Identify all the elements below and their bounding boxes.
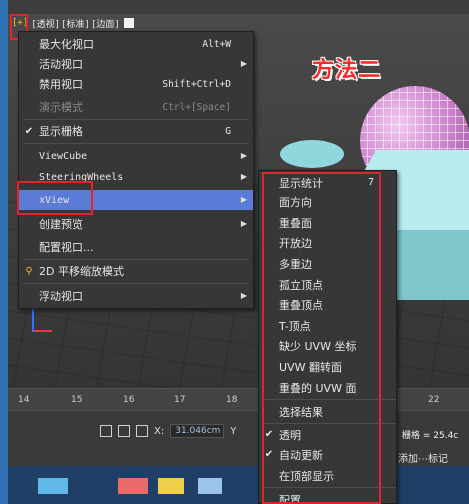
menu-item-viewcube[interactable]: ViewCube ▶: [19, 146, 253, 166]
app-window: [+] [透视] [标准] [边面] 方法二 14 15 16 17 18 22…: [0, 0, 469, 504]
submenu-arrow-icon: ▶: [240, 151, 247, 160]
menu-item-label: 创建预览: [39, 218, 83, 231]
menu-item-label: 2D 平移缩放模式: [39, 265, 124, 278]
axis-x-icon: [34, 330, 52, 332]
viewport-context-menu: 最大化视口 Alt+W 活动视口 ▶ 禁用视口 Shift+Ctrl+D 演示模…: [18, 31, 254, 309]
submenu-arrow-icon: ▶: [240, 219, 247, 228]
menu-item-2d-pan-zoom[interactable]: ⚲ 2D 平移缩放模式: [19, 261, 253, 281]
menu-separator: [23, 283, 249, 284]
ruler-tick: 22: [428, 395, 440, 405]
menu-item-label: ViewCube: [39, 150, 88, 162]
absolute-mode-icon[interactable]: [136, 425, 148, 437]
menu-separator: [23, 119, 249, 120]
viewport-label-menu: [+] [透视] [标准] [边面]: [10, 14, 134, 32]
ruler-tick: 15: [71, 395, 83, 405]
time-ruler[interactable]: 14 15 16 17 18 22: [8, 388, 469, 411]
y-label: Y: [230, 425, 237, 437]
submenu-arrow-icon: ▶: [240, 195, 247, 204]
submenu-arrow-icon: ▶: [240, 291, 247, 300]
menu-item-active-viewport[interactable]: 活动视口 ▶: [19, 54, 253, 74]
menu-item-maximize-viewport[interactable]: 最大化视口 Alt+W: [19, 34, 253, 54]
menu-item-shortcut: G: [225, 125, 231, 137]
menu-separator: [23, 259, 249, 260]
checkmark-icon: ✔: [24, 125, 34, 137]
x-label: X:: [154, 425, 165, 437]
menu-item-create-preview[interactable]: 创建预览 ▶: [19, 214, 253, 234]
menu-item-label: 活动视口: [39, 58, 83, 71]
annotation-title: 方法二: [312, 58, 382, 83]
window-edge: [0, 0, 8, 504]
taskbar-app-icon[interactable]: [198, 478, 222, 494]
menu-separator: [23, 143, 249, 144]
submenu-arrow-icon: ▶: [240, 59, 247, 68]
taskbar-app-icon[interactable]: [38, 478, 68, 494]
menu-item-label: 演示模式: [39, 101, 83, 114]
taskbar-app-icon[interactable]: [118, 478, 148, 494]
padlock-icon[interactable]: [118, 425, 130, 437]
coordinate-display: X: 31.046cm Y: [100, 424, 236, 438]
menu-item-disable-viewport[interactable]: 禁用视口 Shift+Ctrl+D: [19, 74, 253, 94]
grid-size-readout: 栅格 = 25.4c: [402, 431, 459, 441]
menu-item-shortcut: Ctrl+[Space]: [162, 101, 231, 113]
ruler-tick: 17: [174, 395, 186, 405]
axis-z-icon: [32, 306, 34, 332]
menu-item-presentation-mode: 演示模式 Ctrl+[Space]: [19, 97, 253, 117]
ruler-tick: 14: [18, 395, 30, 405]
viewport-edges-label[interactable]: [边面]: [91, 17, 120, 30]
ruler-tick: 18: [226, 395, 238, 405]
annotation-box-xview: [17, 181, 93, 215]
menu-item-floating-viewports[interactable]: 浮动视口 ▶: [19, 286, 253, 306]
menu-item-label: 最大化视口: [39, 38, 94, 51]
menu-item-label: 浮动视口: [39, 290, 83, 303]
viewport-shading-label[interactable]: [标准]: [61, 17, 90, 30]
menu-item-label: 显示栅格: [39, 125, 83, 138]
magnifier-icon: ⚲: [25, 265, 33, 277]
submenu-arrow-icon: ▶: [240, 172, 247, 181]
ruler-tick: 16: [123, 395, 135, 405]
menu-item-shortcut: Shift+Ctrl+D: [162, 78, 231, 90]
add-time-tag[interactable]: 添加⋯标记: [398, 450, 448, 465]
viewport-view-label[interactable]: [透视]: [31, 17, 60, 30]
taskbar: [8, 466, 469, 504]
menu-item-label: 配置视口...: [39, 241, 94, 254]
menu-item-shortcut: Alt+W: [202, 38, 231, 50]
viewport-square-icon: [123, 18, 134, 28]
x-coordinate-field[interactable]: 31.046cm: [170, 424, 225, 438]
selection-lock-icon[interactable]: [100, 425, 112, 437]
cylinder-object[interactable]: [280, 140, 344, 168]
menu-item-configure-viewports[interactable]: 配置视口...: [19, 237, 253, 257]
annotation-box-submenu: [262, 172, 381, 504]
menu-item-show-grid[interactable]: ✔ 显示栅格 G: [19, 121, 253, 141]
taskbar-app-icon[interactable]: [158, 478, 184, 494]
menu-item-label: 禁用视口: [39, 78, 83, 91]
